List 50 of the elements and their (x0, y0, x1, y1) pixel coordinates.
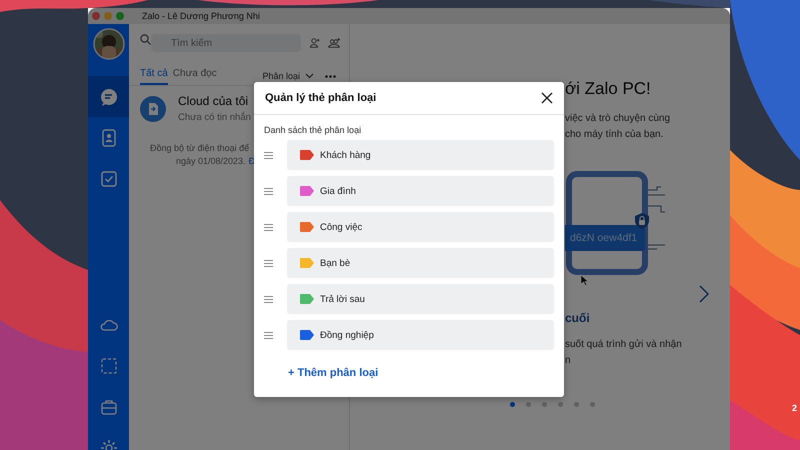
feature-description: suốt quá trình gửi và nhận (565, 338, 682, 351)
drag-handle-icon[interactable] (264, 224, 273, 230)
add-category-button[interactable]: + Thêm phân loại (286, 363, 380, 383)
zoom-button[interactable] (116, 12, 124, 20)
carousel-dot[interactable] (590, 402, 595, 407)
carousel-dot[interactable] (574, 402, 579, 407)
search-icon (140, 34, 151, 45)
tag-item[interactable]: Khách hàng (287, 140, 554, 170)
conversation-title: Cloud của tôi (178, 94, 250, 108)
shield-lock-icon (635, 213, 649, 229)
mouse-pointer-icon (580, 274, 588, 286)
window-title: Zalo - Lê Dương Phương Nhi (142, 11, 260, 21)
sync-notice-text: Đồng bộ từ điện thoại để (150, 143, 250, 153)
more-icon[interactable] (325, 74, 336, 78)
encryption-key-card: d6zN oew4df1 (565, 225, 645, 251)
drag-handle-icon[interactable] (264, 260, 273, 266)
desktop-item-label[interactable]: 2 (792, 403, 798, 413)
screenshot-icon[interactable] (98, 356, 118, 376)
close-icon[interactable] (541, 92, 553, 104)
welcome-heading: ới Zalo PC! (565, 79, 651, 99)
filter-tab[interactable]: Chưa đọc (172, 67, 217, 85)
welcome-description: việc và trò chuyện cùng (565, 112, 670, 125)
carousel-dot[interactable] (510, 402, 515, 407)
tag-item[interactable]: Gia đình (287, 176, 554, 206)
tag-item[interactable]: Bạn bè (287, 248, 554, 278)
drag-handle-icon[interactable] (264, 188, 273, 194)
list-label: Danh sách thẻ phân loại (264, 125, 362, 135)
carousel-dot[interactable] (526, 402, 531, 407)
category-dropdown[interactable]: Phân loại (262, 69, 314, 83)
chevron-right-icon[interactable] (699, 285, 709, 303)
carousel-dot[interactable] (542, 402, 547, 407)
checkbox-icon[interactable] (98, 168, 118, 188)
sync-notice-text: ngày 01/08/2023. (176, 156, 246, 166)
carousel-dot[interactable] (558, 402, 563, 407)
chevron-down-icon (305, 73, 314, 79)
search-field[interactable]: Tìm kiếm (151, 34, 301, 52)
tag-item[interactable]: Trả lời sau (287, 284, 554, 314)
tag-item[interactable]: Đồng nghiệp (287, 320, 554, 350)
feature-description: n (565, 354, 571, 367)
drag-handle-icon[interactable] (264, 152, 273, 158)
chat-icon[interactable] (98, 86, 118, 106)
feature-title: cuối (565, 311, 590, 325)
drag-handle-icon[interactable] (264, 296, 273, 302)
tag-item[interactable]: Công việc (287, 212, 554, 242)
dialog-title: Quản lý thẻ phân loại (265, 92, 376, 104)
drag-handle-icon[interactable] (264, 332, 273, 338)
close-window-button[interactable] (92, 12, 100, 20)
welcome-description: cho máy tính của bạn. (565, 128, 664, 141)
cloud-document-icon (140, 96, 166, 122)
message-preview: Chưa có tin nhắn (178, 112, 251, 123)
